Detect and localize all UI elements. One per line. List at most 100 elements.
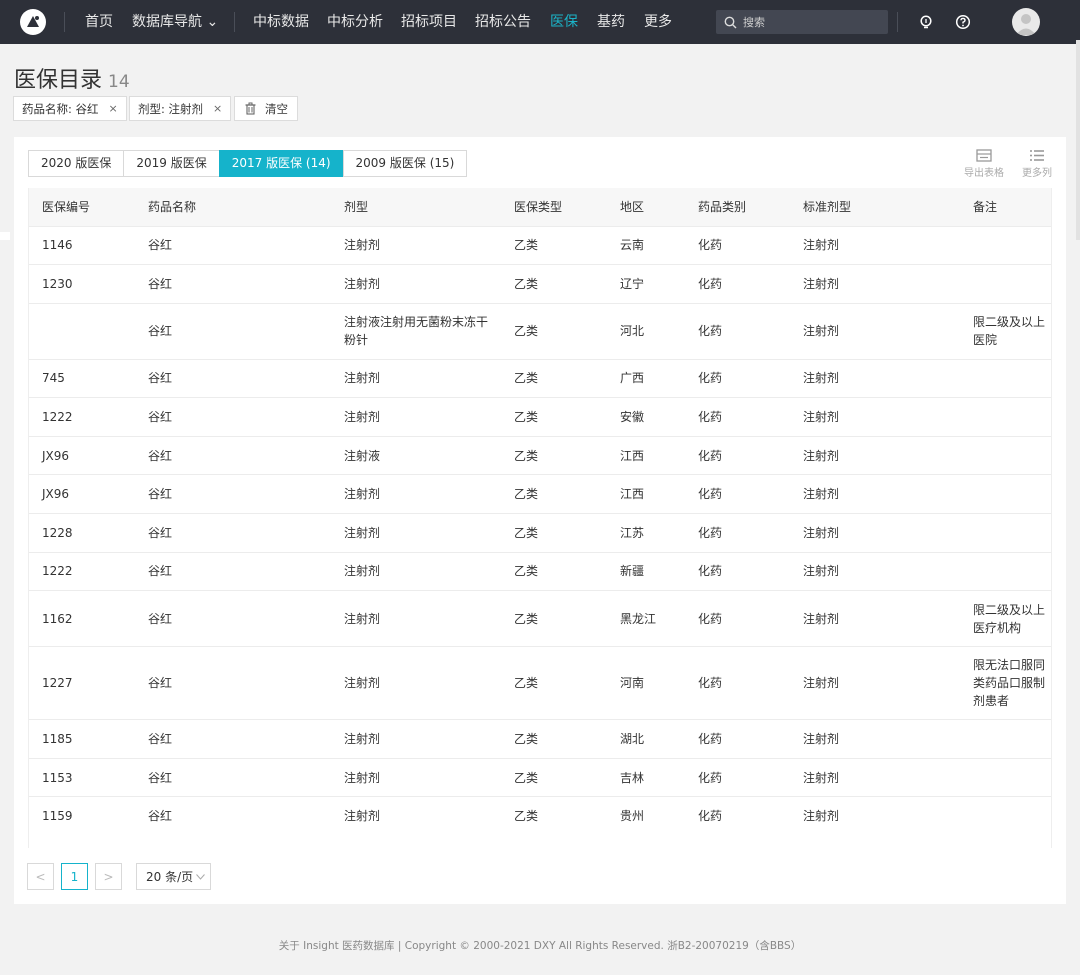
logo-icon[interactable] (20, 9, 46, 35)
nav-item-tender-projects[interactable]: 招标项目 (401, 0, 457, 44)
table-cell-category: 化药 (685, 719, 790, 759)
tab-2009[interactable]: 2009 版医保 (15) (342, 150, 468, 177)
table-row[interactable]: 1146 谷红 注射剂 乙类 云南 化药 注射剂 (29, 225, 1051, 265)
table-cell-region: 云南 (607, 225, 685, 265)
table-cell-code: 1228 (29, 513, 135, 553)
table-cell-region: 黑龙江 (607, 590, 685, 647)
table-cell-region: 新疆 (607, 551, 685, 591)
nav-item-bid-analysis[interactable]: 中标分析 (327, 0, 383, 44)
table-cell-name: 谷红 (135, 302, 331, 360)
help-icon[interactable] (954, 13, 972, 31)
table-cell-code: 745 (29, 358, 135, 398)
table-cell-name: 谷红 (135, 264, 331, 304)
footer: 关于 Insight 医药数据库 | Copyright © 2000-2021… (278, 940, 802, 952)
filter-chip-drug-name: 药品名称: 谷红 × (13, 96, 127, 121)
tab-2019[interactable]: 2019 版医保 (123, 150, 220, 177)
table-cell-std-form: 注射剂 (790, 225, 960, 265)
page-size-select[interactable]: 20 条/页 (136, 863, 211, 890)
column-header[interactable]: 标准剂型 (790, 188, 960, 226)
table-row[interactable]: 谷红 注射液注射用无菌粉末冻干粉针 乙类 河北 化药 注射剂 限二级及以上医院 (29, 302, 1051, 360)
nav-item-essential-drugs[interactable]: 基药 (597, 0, 625, 44)
results-table: 医保编号 药品名称 剂型 医保类型 地区 药品类别 标准剂型 备注 1146 谷红… (29, 188, 1051, 836)
table-cell-category: 化药 (685, 397, 790, 437)
table-row[interactable]: 1222 谷红 注射剂 乙类 安徽 化药 注射剂 (29, 397, 1051, 437)
table-cell-note: 限二级及以上医疗机构 (960, 590, 1051, 647)
more-columns-button[interactable]: 更多列 (1022, 149, 1052, 179)
column-header[interactable]: 剂型 (331, 188, 501, 226)
export-icon (976, 149, 992, 162)
avatar[interactable] (1012, 8, 1040, 36)
table-cell-type: 乙类 (501, 225, 607, 265)
table-cell-category: 化药 (685, 474, 790, 514)
table-cell-note (960, 397, 1051, 437)
table-cell-name: 谷红 (135, 796, 331, 836)
nav-item-tender-notices[interactable]: 招标公告 (475, 0, 531, 44)
export-label: 导出表格 (964, 168, 1004, 179)
nav-item-db-navigation[interactable]: 数据库导航 ⌄ (132, 0, 218, 44)
table-cell-std-form: 注射剂 (790, 397, 960, 437)
clear-filters-button[interactable]: 清空 (234, 96, 298, 121)
column-header[interactable]: 医保类型 (501, 188, 607, 226)
table-cell-form: 注射剂 (331, 646, 501, 720)
results-table-container[interactable]: 医保编号 药品名称 剂型 医保类型 地区 药品类别 标准剂型 备注 1146 谷红… (28, 188, 1052, 848)
close-icon[interactable]: × (213, 102, 222, 115)
column-header[interactable]: 药品名称 (135, 188, 331, 226)
tab-2017[interactable]: 2017 版医保 (14) (218, 150, 344, 177)
table-row[interactable]: JX96 谷红 注射液 乙类 江西 化药 注射剂 (29, 435, 1051, 475)
prev-page-button[interactable]: < (27, 863, 54, 890)
column-header[interactable]: 医保编号 (29, 188, 135, 226)
table-cell-region: 贵州 (607, 796, 685, 836)
table-cell-form: 注射液注射用无菌粉末冻干粉针 (331, 302, 501, 360)
page-title-text: 医保目录 (14, 68, 103, 93)
next-page-button[interactable]: > (95, 863, 122, 890)
table-cell-name: 谷红 (135, 435, 331, 475)
table-row[interactable]: 1162 谷红 注射剂 乙类 黑龙江 化药 注射剂 限二级及以上医疗机构 (29, 590, 1051, 647)
table-cell-type: 乙类 (501, 590, 607, 647)
table-row[interactable]: 1222 谷红 注射剂 乙类 新疆 化药 注射剂 (29, 551, 1051, 591)
table-cell-type: 乙类 (501, 358, 607, 398)
page-scrollbar[interactable] (1076, 40, 1080, 240)
table-cell-note (960, 719, 1051, 759)
filter-chip-label: 剂型: 注射剂 (138, 101, 204, 116)
table-row[interactable]: 1153 谷红 注射剂 乙类 吉林 化药 注射剂 (29, 757, 1051, 797)
nav-divider (897, 12, 898, 32)
search-input[interactable] (743, 15, 883, 29)
table-row[interactable]: 1227 谷红 注射剂 乙类 河南 化药 注射剂 限无法口服同类药品口服制剂患者 (29, 646, 1051, 720)
page-size-value: 20 条/页 (146, 870, 194, 884)
export-table-button[interactable]: 导出表格 (964, 149, 1004, 179)
table-cell-note (960, 358, 1051, 398)
tab-2020[interactable]: 2020 版医保 (28, 150, 125, 177)
table-cell-category: 化药 (685, 646, 790, 720)
table-cell-type: 乙类 (501, 397, 607, 437)
table-cell-type: 乙类 (501, 646, 607, 720)
table-cell-region: 河南 (607, 646, 685, 720)
column-header[interactable]: 药品类别 (685, 188, 790, 226)
table-cell-code: 1146 (29, 225, 135, 265)
nav-item-bid-data[interactable]: 中标数据 (253, 0, 309, 44)
table-row[interactable]: JX96 谷红 注射剂 乙类 江西 化药 注射剂 (29, 474, 1051, 514)
page-title: 医保目录 14 (14, 62, 130, 94)
table-row[interactable]: 1185 谷红 注射剂 乙类 湖北 化药 注射剂 (29, 719, 1051, 759)
bulb-icon[interactable] (917, 13, 935, 31)
table-row[interactable]: 745 谷红 注射剂 乙类 广西 化药 注射剂 (29, 358, 1051, 398)
table-row[interactable]: 1159 谷红 注射剂 乙类 贵州 化药 注射剂 (29, 796, 1051, 836)
page-number[interactable]: 1 (61, 863, 88, 890)
column-header[interactable]: 地区 (607, 188, 685, 226)
close-icon[interactable]: × (109, 102, 118, 115)
more-columns-label: 更多列 (1022, 168, 1052, 179)
table-cell-name: 谷红 (135, 358, 331, 398)
table-cell-type: 乙类 (501, 513, 607, 553)
table-cell-name: 谷红 (135, 225, 331, 265)
table-row[interactable]: 1230 谷红 注射剂 乙类 辽宁 化药 注射剂 (29, 264, 1051, 304)
nav-item-medical-insurance[interactable]: 医保 (550, 0, 578, 44)
table-cell-region: 江苏 (607, 513, 685, 553)
table-row[interactable]: 1228 谷红 注射剂 乙类 江苏 化药 注射剂 (29, 513, 1051, 553)
table-cell-code: 1185 (29, 719, 135, 759)
nav-item-home[interactable]: 首页 (85, 0, 113, 44)
column-header[interactable]: 备注 (960, 188, 1051, 226)
search-box[interactable] (716, 10, 888, 34)
nav-item-more[interactable]: 更多 (644, 0, 672, 44)
table-cell-type: 乙类 (501, 757, 607, 797)
table-cell-code: 1159 (29, 796, 135, 836)
table-cell-region: 河北 (607, 302, 685, 360)
